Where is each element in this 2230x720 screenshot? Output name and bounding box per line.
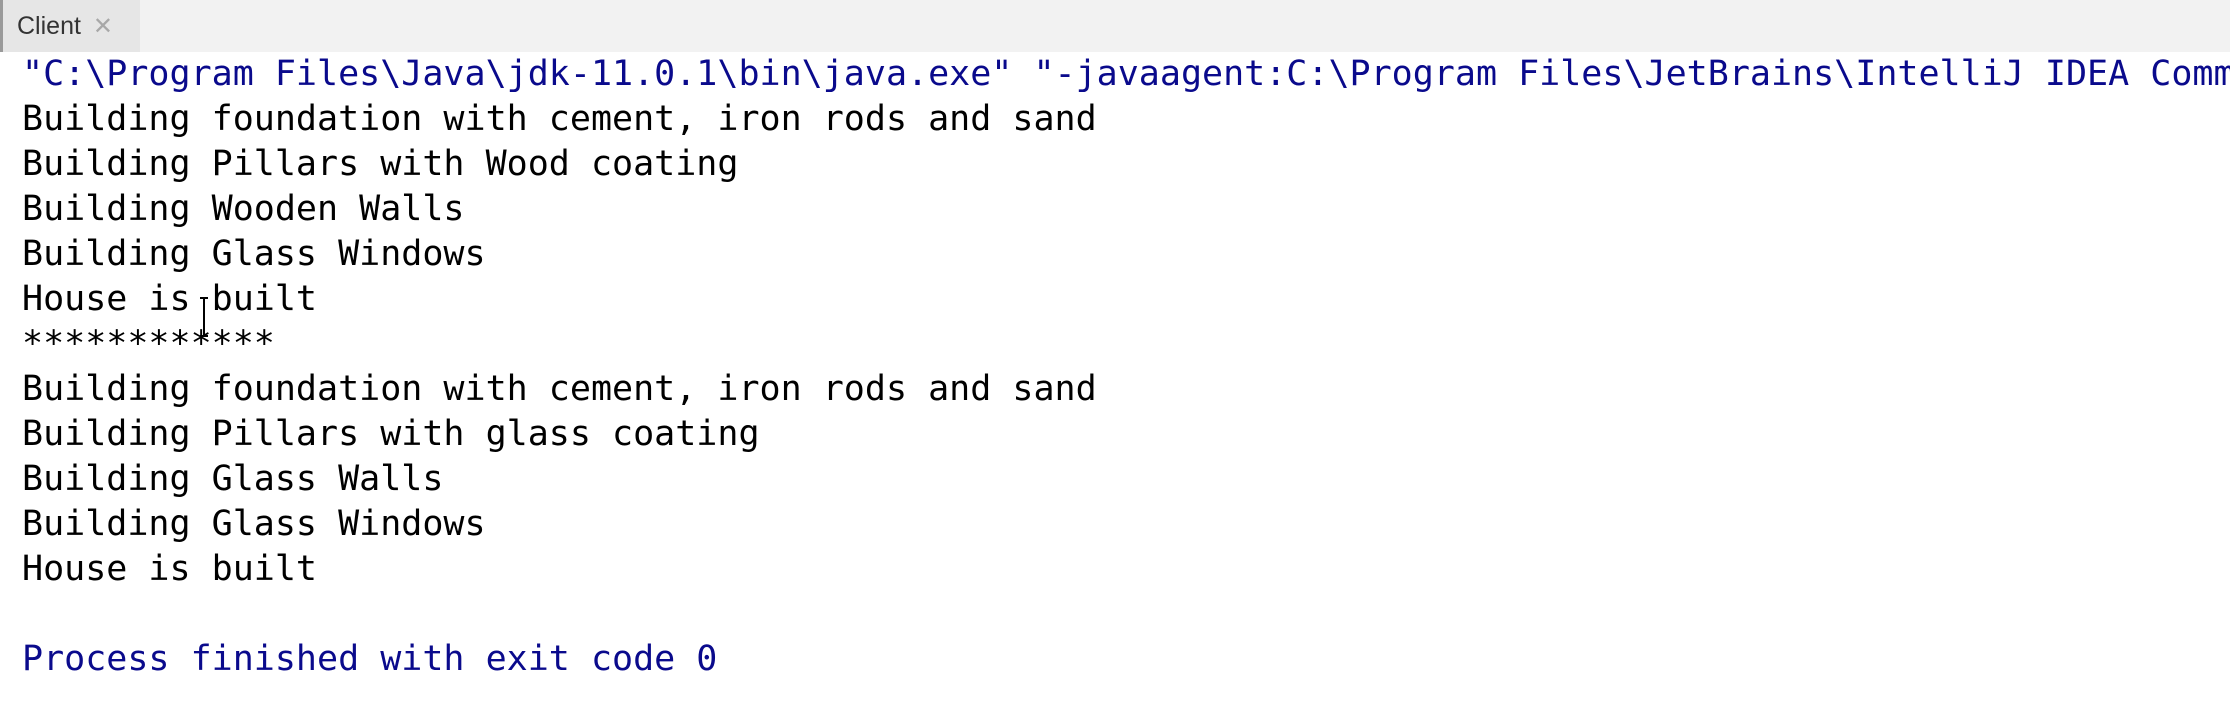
close-icon[interactable]: ✕ <box>93 12 113 40</box>
output-line: Building Glass Walls <box>22 459 444 499</box>
output-line: Building Pillars with glass coating <box>22 414 760 454</box>
tab-label: Client <box>17 11 81 40</box>
command-line: "C:\Program Files\Java\jdk-11.0.1\bin\ja… <box>22 54 2230 94</box>
tab-bar: Client ✕ <box>0 0 2230 53</box>
output-line: House is built <box>22 279 318 319</box>
exit-message: Process finished with exit code 0 <box>22 639 718 679</box>
output-line: Building foundation with cement, iron ro… <box>22 99 1097 139</box>
output-line: Building Wooden Walls <box>22 189 465 229</box>
console-output[interactable]: "C:\Program Files\Java\jdk-11.0.1\bin\ja… <box>0 52 2230 720</box>
output-line: Building foundation with cement, iron ro… <box>22 369 1097 409</box>
output-line: Building Pillars with Wood coating <box>22 144 739 184</box>
output-line: House is built <box>22 549 318 589</box>
tab-client[interactable]: Client ✕ <box>0 0 140 52</box>
output-line: ************ <box>22 324 275 364</box>
output-line: Building Glass Windows <box>22 234 486 274</box>
output-line: Building Glass Windows <box>22 504 486 544</box>
text-cursor-icon <box>200 297 208 337</box>
